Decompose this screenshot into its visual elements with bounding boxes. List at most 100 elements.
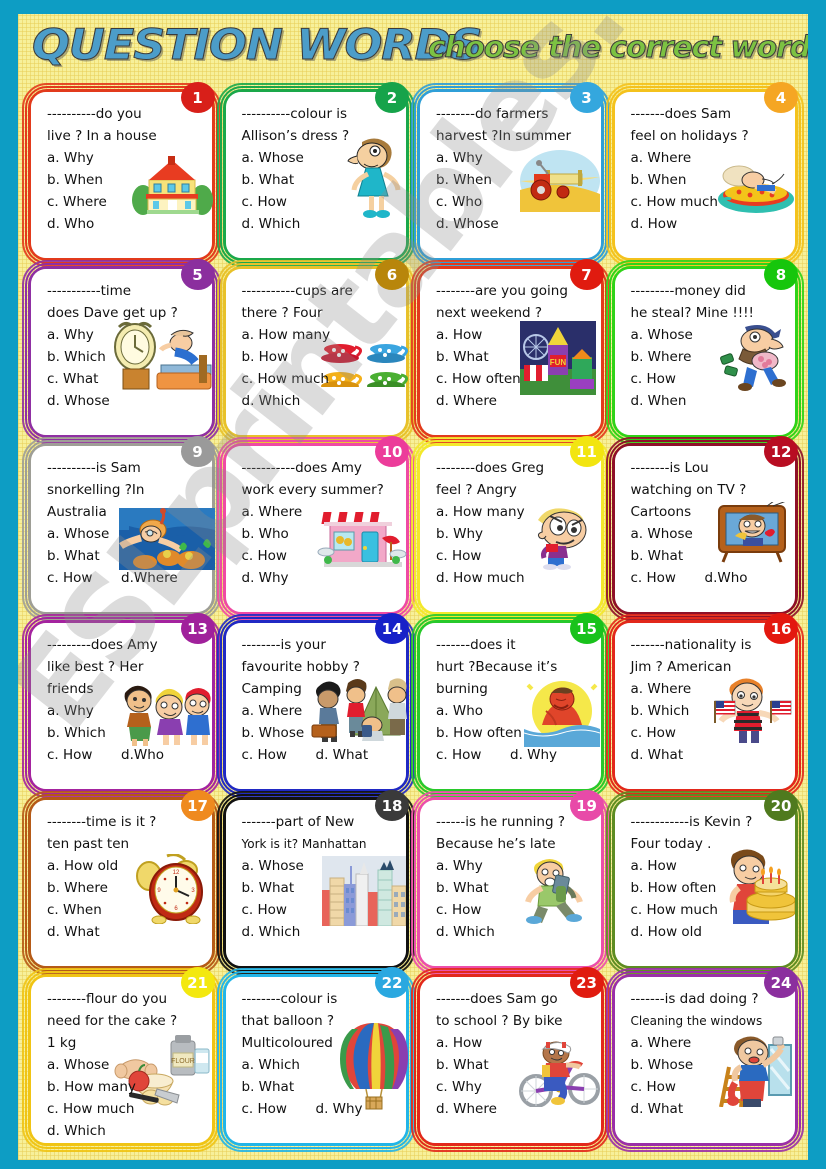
question-card[interactable]: -------part of New York is it? Manhattan a… [225, 800, 406, 966]
answer-option[interactable]: b. How often [436, 722, 593, 744]
question-card[interactable]: ------is he running ? Because he’s late a.… [420, 800, 601, 966]
answer-option[interactable]: c. What [47, 368, 204, 390]
answer-option[interactable]: a. Why [436, 147, 593, 169]
answer-option[interactable]: a. Which [242, 1054, 399, 1076]
answer-option[interactable]: d. Why [242, 567, 399, 589]
answer-option[interactable]: d. Why [510, 744, 557, 766]
answer-option[interactable]: c. How [242, 744, 316, 766]
answer-option[interactable]: a. Whose [242, 855, 399, 877]
answer-option[interactable]: d. Where [436, 390, 593, 412]
answer-option[interactable]: d. What [47, 921, 204, 943]
question-card[interactable]: -------does Sam go to school ? By bike a. … [420, 977, 601, 1143]
answer-option[interactable]: a. Whose [47, 1054, 204, 1076]
answer-option[interactable]: d.Who [121, 744, 164, 766]
answer-option[interactable]: d. Where [436, 1098, 593, 1120]
question-card[interactable]: -----------does Amy work every summer? a. … [225, 446, 406, 612]
answer-option[interactable]: c. How [631, 368, 788, 390]
answer-option[interactable]: b. Which [631, 700, 788, 722]
answer-option[interactable]: d. How [631, 213, 788, 235]
question-card[interactable]: --------do farmers harvest ?In summer a. W… [420, 92, 601, 258]
question-card[interactable]: -----------cups are there ? Four a. How ma… [225, 269, 408, 435]
answer-option[interactable]: a. Where [631, 147, 788, 169]
answer-option[interactable]: a. Where [242, 501, 399, 523]
question-card[interactable]: -------does it hurt ?Because it’s burning a… [420, 623, 601, 789]
answer-option[interactable]: c. When [47, 899, 204, 921]
answer-option[interactable]: d. Which [242, 390, 399, 412]
question-card[interactable]: ------------is Kevin ? Four today . a. How… [614, 800, 795, 966]
answer-option[interactable]: c. How [436, 744, 510, 766]
answer-option[interactable]: d. Which [436, 921, 593, 943]
answer-option[interactable]: d. Whose [436, 213, 593, 235]
answer-option[interactable]: d. Why [316, 1098, 363, 1120]
question-card[interactable]: --------is Lou watching on TV ? Cartoons a.… [614, 446, 795, 612]
answer-option[interactable]: b. When [47, 169, 204, 191]
question-card[interactable]: --------does Greg feel ? Angry a. How many… [420, 446, 601, 612]
answer-option[interactable]: b. Which [47, 722, 204, 744]
answer-option[interactable]: c. How [631, 1076, 788, 1098]
answer-option[interactable]: b. Where [631, 346, 788, 368]
answer-option[interactable]: c. Where [47, 191, 204, 213]
answer-option[interactable]: b. How many [47, 1076, 204, 1098]
question-card[interactable]: ---------does Amy like best ? Her friends a… [31, 623, 212, 789]
question-card[interactable]: ----------colour is Allison’s dress ? a. W… [225, 92, 406, 258]
answer-option[interactable]: c. How [631, 722, 788, 744]
answer-option[interactable]: b. What [242, 1076, 399, 1098]
answer-option[interactable]: d. How old [631, 921, 788, 943]
answer-option[interactable]: c. Who [436, 191, 593, 213]
answer-option[interactable]: c. Why [436, 1076, 593, 1098]
answer-option[interactable]: c. How [242, 545, 399, 567]
answer-option[interactable]: c. How [242, 899, 399, 921]
answer-option[interactable]: b. When [436, 169, 593, 191]
question-card[interactable]: -----------time does Dave get up ? a. Why b… [31, 269, 212, 435]
answer-option[interactable]: a. How many [242, 324, 399, 346]
answer-option[interactable]: b. Why [436, 523, 593, 545]
answer-option[interactable]: d. How much [436, 567, 593, 589]
answer-option[interactable]: a. Where [631, 1032, 788, 1054]
answer-option[interactable]: a. How [631, 855, 788, 877]
answer-option[interactable]: b. Whose [242, 722, 399, 744]
question-card[interactable]: FLOUR --------flour do you need for the c… [31, 977, 212, 1143]
answer-option[interactable]: b. How [242, 346, 399, 368]
answer-option[interactable]: a. Whose [47, 523, 204, 545]
answer-option[interactable]: d. Which [242, 213, 399, 235]
answer-option[interactable]: b. What [242, 877, 399, 899]
answer-option[interactable]: b. Who [242, 523, 399, 545]
answer-option[interactable]: b. What [436, 877, 593, 899]
answer-option[interactable]: a. Why [47, 700, 204, 722]
answer-option[interactable]: b. Where [47, 877, 204, 899]
answer-option[interactable]: c. How [47, 567, 121, 589]
answer-option[interactable]: a. How [436, 1032, 593, 1054]
question-card[interactable]: 12 3 6 9 --------time is it ? ten past ten a.… [31, 800, 212, 966]
answer-option[interactable]: c. How [242, 1098, 316, 1120]
answer-option[interactable]: c. How [631, 567, 705, 589]
question-card[interactable]: FUN --------are you going next weekend ? a… [420, 269, 601, 435]
answer-option[interactable]: a. Why [47, 324, 204, 346]
answer-option[interactable]: d. Who [47, 213, 204, 235]
answer-option[interactable]: c. How often [436, 368, 593, 390]
question-card[interactable]: -------is dad doing ? Cleaning the window… [614, 977, 795, 1143]
answer-option[interactable]: b. What [242, 169, 399, 191]
answer-option[interactable]: d. Which [242, 921, 399, 943]
answer-option[interactable]: b. What [631, 545, 788, 567]
answer-option[interactable]: a. How many [436, 501, 593, 523]
answer-option[interactable]: a. Where [631, 678, 788, 700]
answer-option[interactable]: b. What [47, 545, 204, 567]
question-card[interactable]: ---------money did he steal? Mine !!!! a. … [614, 269, 795, 435]
answer-option[interactable]: a. Why [436, 855, 593, 877]
answer-option[interactable]: a. Who [436, 700, 593, 722]
answer-option[interactable]: d.Where [121, 567, 178, 589]
answer-option[interactable]: c. How much [242, 368, 399, 390]
answer-option[interactable]: b. How often [631, 877, 788, 899]
answer-option[interactable]: c. How [47, 744, 121, 766]
answer-option[interactable]: b. What [436, 346, 593, 368]
answer-option[interactable]: a. Where [242, 700, 399, 722]
answer-option[interactable]: d.Who [705, 567, 748, 589]
answer-option[interactable]: d. When [631, 390, 788, 412]
question-card[interactable]: -------does Sam feel on holidays ? a. Wher… [614, 92, 795, 258]
answer-option[interactable]: c. How much [631, 899, 788, 921]
answer-option[interactable]: d. Which [47, 1120, 204, 1142]
answer-option[interactable]: c. How much [47, 1098, 204, 1120]
question-card[interactable]: -------nationality is Jim ? American a. Wh… [614, 623, 795, 789]
answer-option[interactable]: a. How [436, 324, 593, 346]
answer-option[interactable]: a. Why [47, 147, 204, 169]
